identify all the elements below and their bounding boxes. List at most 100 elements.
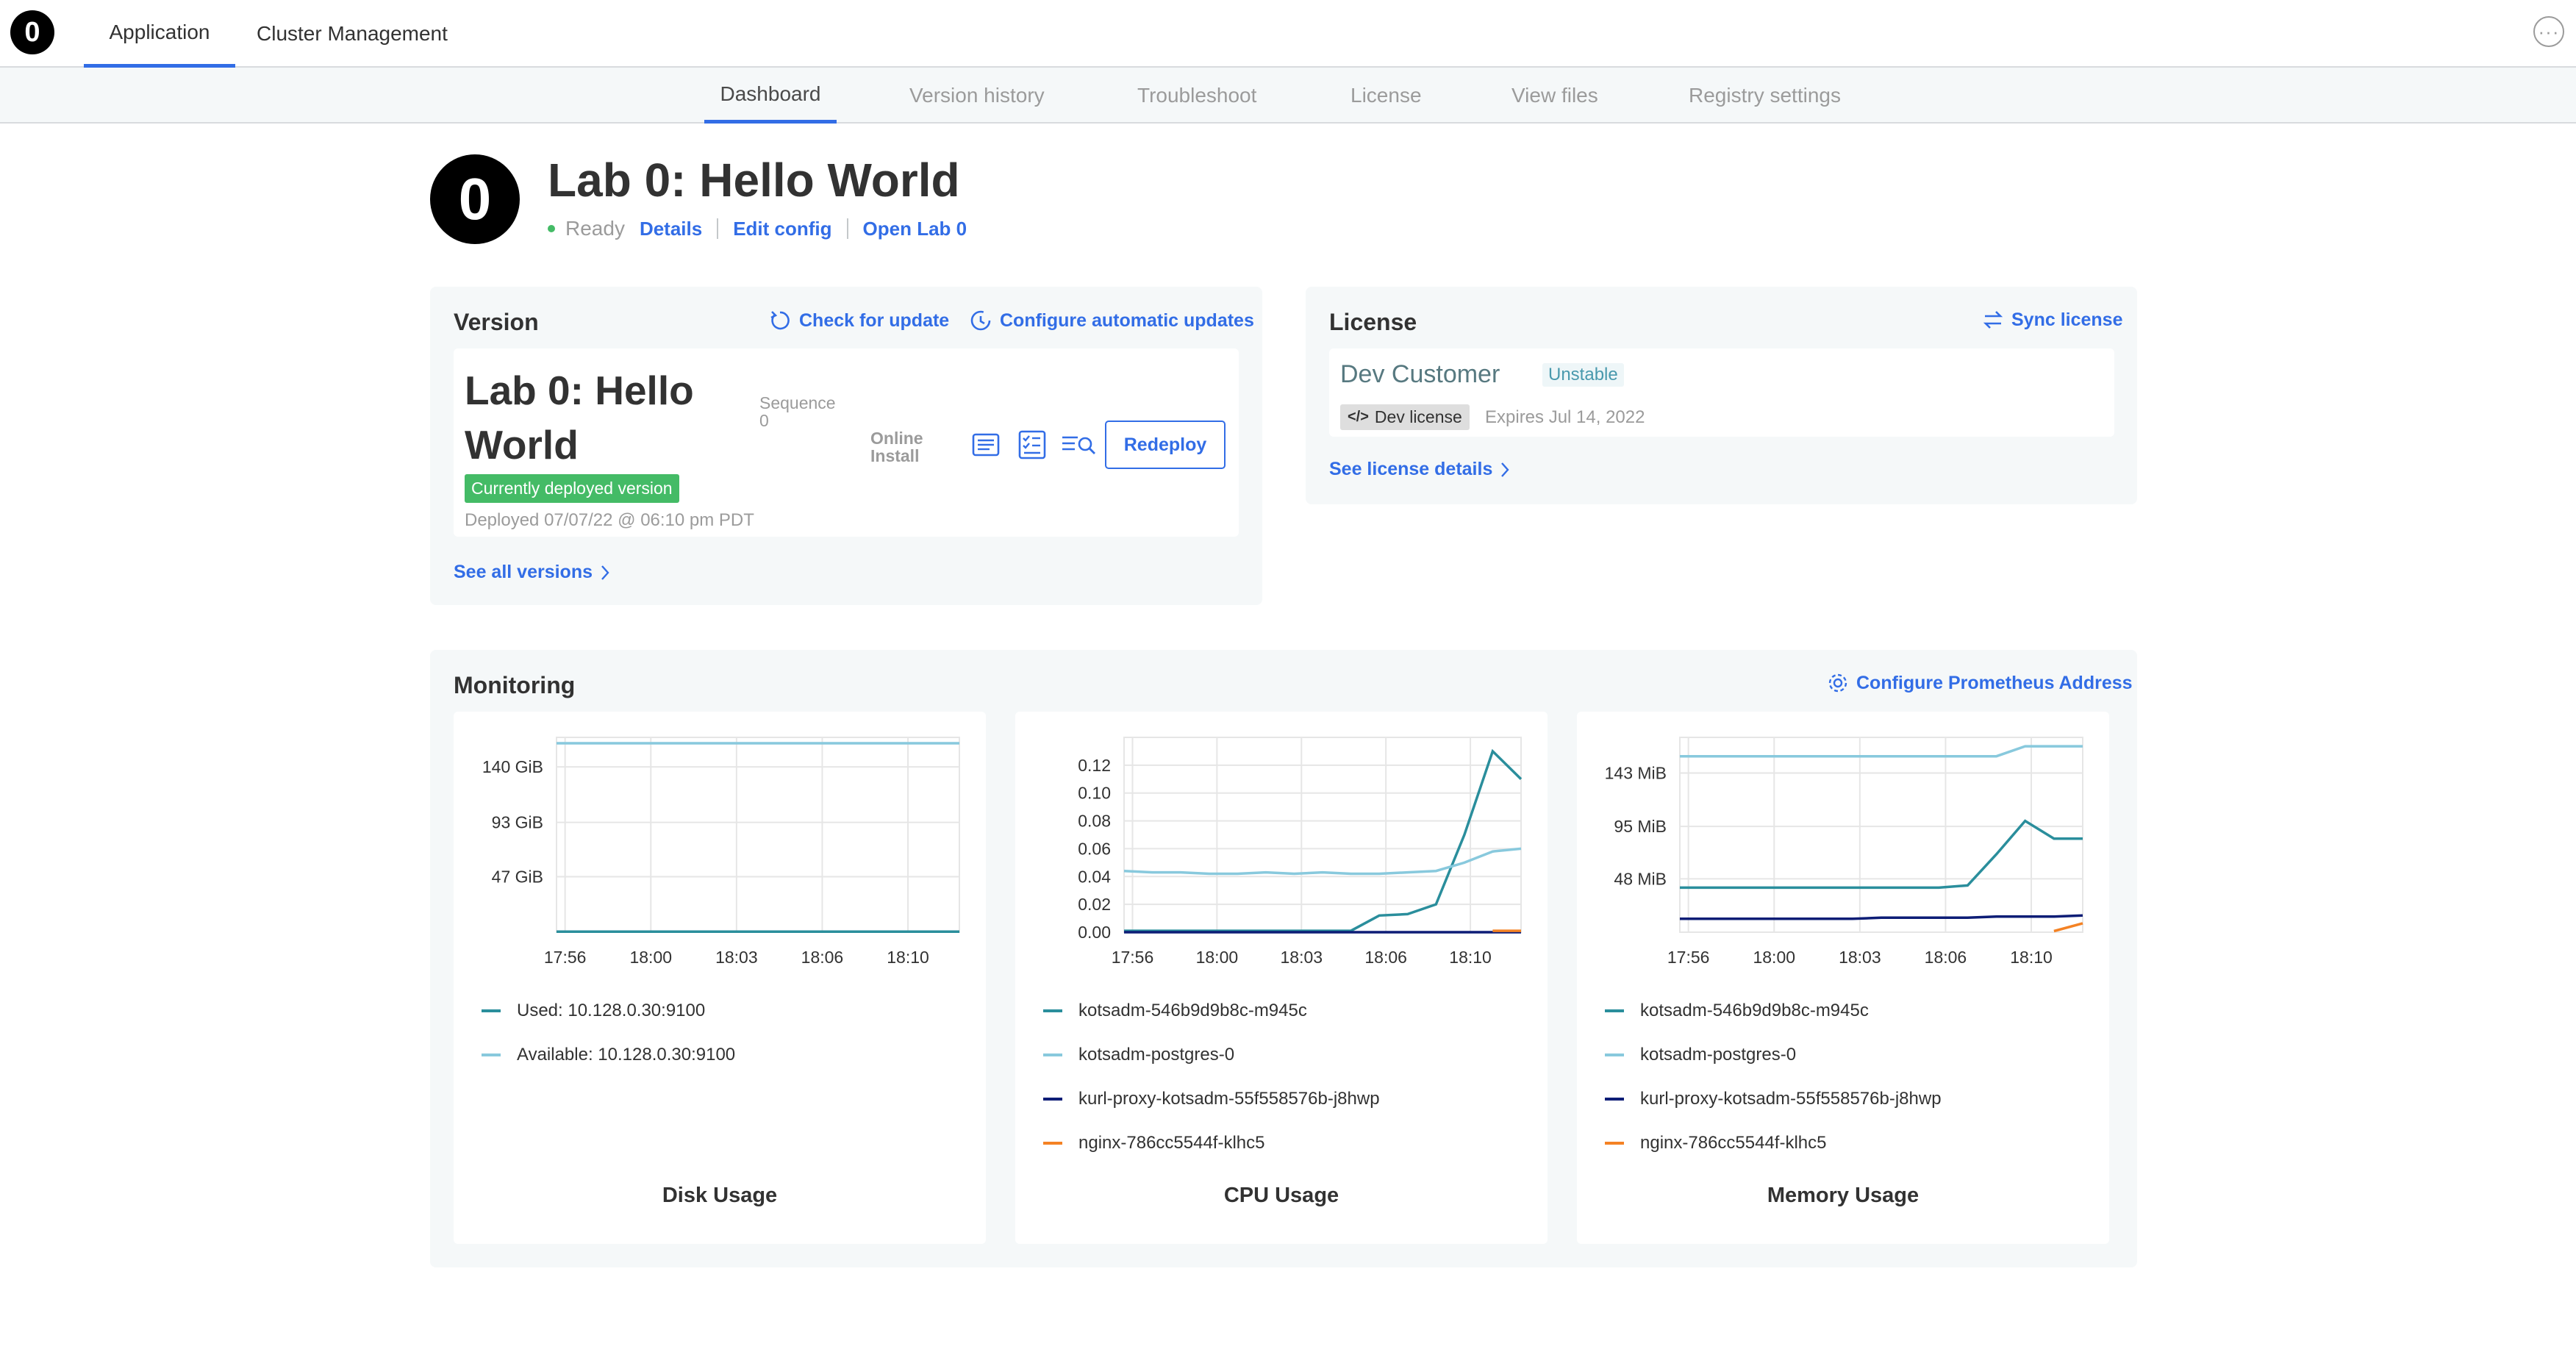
monitoring-title: Monitoring	[454, 672, 576, 698]
status-text: Ready	[565, 217, 625, 240]
tab-application[interactable]: Application	[84, 0, 235, 68]
check-update-link[interactable]: Check for update	[768, 309, 949, 332]
x-tick-label: 18:00	[1753, 948, 1795, 967]
see-license-details-label: See license details	[1329, 459, 1493, 479]
license-card: License Sync license Dev Customer Unstab…	[1306, 287, 2137, 504]
x-tick-label: 18:10	[887, 948, 929, 967]
x-tick-label: 18:06	[1364, 948, 1407, 967]
page-title: Lab 0: Hello World	[548, 154, 960, 207]
series-line	[1680, 819, 2083, 890]
tab-dashboard[interactable]: Dashboard	[704, 68, 837, 124]
series-line	[1123, 847, 1522, 876]
legend-swatch	[1043, 1053, 1062, 1056]
tab-view-files[interactable]: View files	[1511, 68, 1598, 124]
legend-item: nginx-786cc5544f-klhc5	[1043, 1133, 1265, 1153]
divider	[717, 218, 719, 239]
version-title: Lab 0: Hello World	[465, 368, 694, 468]
chevron-right-icon	[1501, 462, 1509, 477]
current-version-panel: Lab 0: Hello World Sequence 0 Online Inst…	[454, 348, 1239, 537]
edit-config-link[interactable]: Edit config	[733, 218, 831, 240]
y-tick-label: 0.04	[1078, 867, 1111, 886]
top-navbar: 0 Application Cluster Management ···	[0, 0, 2576, 68]
disk-usage-graph: 17:56 18:00 18:03 18:06 18:10 47 GiB 93 GiB 140…	[454, 712, 986, 1244]
divider	[846, 218, 848, 239]
legend-item: kotsadm-postgres-0	[1043, 1045, 1234, 1065]
y-tick-label: 0.10	[1078, 784, 1111, 803]
sync-license-link[interactable]: Sync license	[1982, 309, 2122, 331]
legend-label: kotsadm-postgres-0	[1078, 1045, 1235, 1065]
legend-item: kotsadm-546b9d9b8c-m945c	[1043, 1001, 1307, 1021]
y-tick-label: 0.06	[1078, 839, 1111, 858]
legend-label: kurl-proxy-kotsadm-55f558576b-j8hwp	[1640, 1089, 1942, 1109]
graph-title: Disk Usage	[662, 1184, 778, 1207]
tab-license[interactable]: License	[1350, 68, 1422, 124]
plot-frame	[1679, 737, 2083, 933]
license-card-title: License	[1329, 309, 1417, 335]
details-link[interactable]: Details	[640, 218, 702, 240]
tab-registry-settings[interactable]: Registry settings	[1689, 68, 1841, 124]
x-tick-label: 17:56	[1112, 948, 1154, 967]
see-license-details-link[interactable]: See license details	[1329, 459, 1510, 480]
see-all-versions-link[interactable]: See all versions	[454, 562, 610, 583]
x-tick-label: 18:03	[1839, 948, 1881, 967]
configure-updates-link[interactable]: Configure automatic updates	[969, 309, 1254, 332]
install-type: Online Install	[870, 429, 923, 465]
x-tick-label: 18:00	[1196, 948, 1239, 967]
preflight-checks-icon[interactable]	[1015, 428, 1049, 462]
version-card-title: Version	[454, 309, 539, 335]
legend-swatch	[1043, 1098, 1062, 1101]
license-panel: Dev Customer Unstable </> Dev license Ex…	[1329, 348, 2114, 437]
legend-swatch	[482, 1053, 501, 1056]
x-tick-label: 18:03	[1280, 948, 1323, 967]
legend-label: Available: 10.128.0.30:9100	[517, 1045, 736, 1065]
x-tick-label: 18:00	[629, 948, 672, 967]
sequence-value: 0	[759, 411, 769, 430]
legend-swatch	[1605, 1053, 1624, 1056]
y-tick-label: 0.12	[1078, 756, 1111, 775]
license-expiry: Expires Jul 14, 2022	[1485, 407, 1645, 427]
ellipsis-circle-icon[interactable]: ···	[2533, 16, 2564, 47]
see-all-versions-label: See all versions	[454, 562, 593, 582]
y-tick-label: 0.00	[1078, 923, 1111, 942]
legend-swatch	[1605, 1009, 1624, 1012]
legend-item: kurl-proxy-kotsadm-55f558576b-j8hwp	[1605, 1089, 1942, 1109]
x-tick-label: 18:03	[715, 948, 758, 967]
gear-icon	[1828, 673, 1847, 693]
app-status-row: Ready Details Edit config Open Lab 0	[548, 215, 967, 242]
tab-version-history[interactable]: Version history	[909, 68, 1045, 124]
legend-item: nginx-786cc5544f-klhc5	[1605, 1133, 1827, 1153]
legend-swatch	[1605, 1098, 1624, 1101]
legend-swatch	[482, 1009, 501, 1012]
refresh-icon	[770, 311, 790, 330]
y-tick-label: 140 GiB	[482, 757, 543, 776]
license-type-badge: </> Dev license	[1340, 404, 1470, 430]
disk-usage-chart: 17:56 18:00 18:03 18:06 18:10 47 GiB 93 GiB 140…	[482, 737, 960, 967]
app-icon: 0	[430, 154, 520, 244]
tab-troubleshoot[interactable]: Troubleshoot	[1137, 68, 1256, 124]
open-app-link[interactable]: Open Lab 0	[863, 218, 967, 240]
check-update-label: Check for update	[799, 310, 950, 331]
release-notes-icon[interactable]	[970, 428, 1003, 462]
y-tick-label: 0.08	[1078, 812, 1111, 831]
tab-cluster-management[interactable]: Cluster Management	[257, 0, 448, 68]
sequence-text: Sequence	[759, 393, 836, 412]
y-tick-label: 93 GiB	[492, 813, 543, 832]
redeploy-button[interactable]: Redeploy	[1105, 421, 1226, 469]
monitoring-card: Monitoring Configure Prometheus Address …	[430, 650, 2137, 1267]
series-line	[2053, 922, 2083, 933]
series-line	[1680, 914, 2083, 920]
configure-prometheus-link[interactable]: Configure Prometheus Address	[1827, 672, 2133, 694]
legend-label: kotsadm-postgres-0	[1640, 1045, 1797, 1065]
view-logs-icon[interactable]	[1060, 428, 1095, 462]
legend-label: nginx-786cc5544f-klhc5	[1640, 1133, 1827, 1153]
legend-swatch	[1043, 1009, 1062, 1012]
sync-license-label: Sync license	[2011, 309, 2123, 330]
graph-title: CPU Usage	[1223, 1184, 1339, 1207]
app-logo[interactable]: 0	[10, 10, 54, 54]
y-tick-label: 143 MiB	[1605, 763, 1667, 782]
license-type-label: Dev license	[1374, 407, 1462, 426]
legend-label: kurl-proxy-kotsadm-55f558576b-j8hwp	[1078, 1089, 1380, 1109]
configure-updates-label: Configure automatic updates	[1000, 310, 1254, 331]
auto-update-icon	[970, 310, 991, 331]
chevron-right-icon	[601, 565, 609, 580]
